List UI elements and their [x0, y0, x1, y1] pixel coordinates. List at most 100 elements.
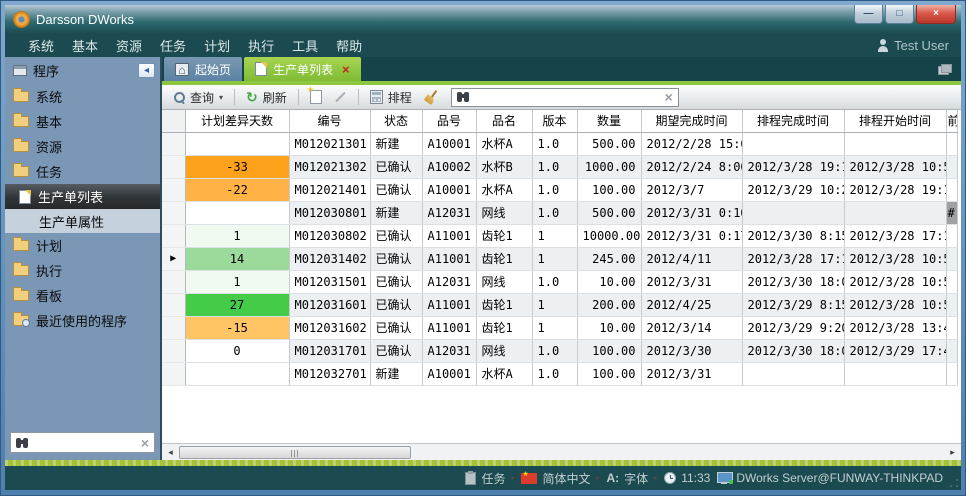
cell-sched_finish[interactable]: 2012/3/29 10:20 [742, 178, 844, 201]
cell-sched_start[interactable]: 2012/3/28 19:10 [844, 178, 946, 201]
cell-qty[interactable]: 245.00 [577, 247, 641, 270]
sidebar-item-8[interactable]: 看板 [5, 283, 160, 308]
cell-status[interactable]: 新建 [370, 201, 422, 224]
cell-order_no[interactable]: M012021302 [289, 155, 370, 178]
sidebar-collapse-button[interactable]: ◂ [138, 63, 155, 78]
cell-diff[interactable]: 1 [185, 224, 289, 247]
cell-diff[interactable]: 14 [185, 247, 289, 270]
row-selector[interactable] [162, 132, 185, 155]
status-language-menu[interactable]: 简体中文 ▾ [521, 470, 599, 487]
sidebar-item-4[interactable]: 生产单列表 [5, 184, 160, 209]
edit-button[interactable] [330, 94, 351, 100]
cell-item_no[interactable]: A10001 [422, 132, 476, 155]
cell-status[interactable]: 已确认 [370, 293, 422, 316]
row-selector[interactable] [162, 270, 185, 293]
cell-expected_finish[interactable]: 2012/3/30 [641, 339, 742, 362]
row-selector[interactable]: ▶ [162, 247, 185, 270]
cell-order_no[interactable]: M012021401 [289, 178, 370, 201]
row-selector[interactable] [162, 316, 185, 339]
cell-version[interactable]: 1.0 [532, 132, 577, 155]
cell-diff[interactable]: 27 [185, 293, 289, 316]
menu-item-2[interactable]: 资源 [107, 36, 151, 55]
row-selector[interactable] [162, 155, 185, 178]
new-record-button[interactable] [306, 88, 326, 106]
cell-item_no[interactable]: A12031 [422, 339, 476, 362]
cell-version[interactable]: 1.0 [532, 270, 577, 293]
cell-sched_start[interactable]: 2012/3/28 10:52 [844, 270, 946, 293]
sidebar-search-input[interactable] [33, 436, 136, 450]
cell-item_name[interactable]: 齿轮1 [476, 293, 532, 316]
cell-extra[interactable] [946, 270, 957, 293]
menu-item-0[interactable]: 系统 [19, 36, 63, 55]
sidebar-item-0[interactable]: 系统 [5, 84, 160, 109]
tab-close-icon[interactable]: × [342, 63, 350, 76]
cell-sched_finish[interactable]: 2012/3/30 8:15 [742, 224, 844, 247]
cell-expected_finish[interactable]: 2012/2/24 8:00 [641, 155, 742, 178]
cell-item_no[interactable]: A11001 [422, 316, 476, 339]
row-selector[interactable] [162, 224, 185, 247]
cell-order_no[interactable]: M012021301 [289, 132, 370, 155]
table-row[interactable]: M012030801新建A12031网线1.0500.002012/3/31 0… [162, 201, 957, 224]
scrollbar-thumb[interactable] [179, 446, 411, 459]
table-row[interactable]: 27M012031601已确认A11001齿轮11200.002012/4/25… [162, 293, 957, 316]
cell-order_no[interactable]: M012030801 [289, 201, 370, 224]
cell-order_no[interactable]: M012031501 [289, 270, 370, 293]
menu-item-4[interactable]: 计划 [195, 36, 239, 55]
horizontal-scrollbar[interactable]: ◂ ▸ [162, 443, 961, 460]
column-header-sched_start[interactable]: 排程开始时间 [844, 110, 946, 132]
status-font-menu[interactable]: A: 字体 ▾ [607, 470, 658, 487]
table-row[interactable]: 0M012031701已确认A12031网线1.0100.002012/3/30… [162, 339, 957, 362]
table-row[interactable]: 1M012031501已确认A12031网线1.010.002012/3/312… [162, 270, 957, 293]
cell-version[interactable]: 1 [532, 224, 577, 247]
cell-diff[interactable]: -22 [185, 178, 289, 201]
cell-status[interactable]: 已确认 [370, 178, 422, 201]
cell-qty[interactable]: 1000.00 [577, 155, 641, 178]
cell-expected_finish[interactable]: 2012/2/28 15:00 [641, 132, 742, 155]
cell-expected_finish[interactable]: 2012/3/7 [641, 178, 742, 201]
cell-qty[interactable]: 100.00 [577, 339, 641, 362]
scroll-right-icon[interactable]: ▸ [944, 447, 961, 458]
cell-extra[interactable] [946, 316, 957, 339]
cell-sched_finish[interactable] [742, 132, 844, 155]
cell-version[interactable]: 1 [532, 293, 577, 316]
cell-sched_finish[interactable]: 2012/3/28 19:10 [742, 155, 844, 178]
cell-order_no[interactable]: M012031601 [289, 293, 370, 316]
cell-expected_finish[interactable]: 2012/4/11 [641, 247, 742, 270]
menu-item-5[interactable]: 执行 [239, 36, 283, 55]
user-area[interactable]: Test User [877, 38, 949, 53]
table-row[interactable]: -15M012031602已确认A11001齿轮1110.002012/3/14… [162, 316, 957, 339]
menu-item-7[interactable]: 帮助 [327, 36, 371, 55]
cell-extra[interactable]: # [946, 201, 957, 224]
table-row[interactable]: 1M012030802已确认A11001齿轮1110000.002012/3/3… [162, 224, 957, 247]
cell-sched_finish[interactable]: 2012/3/30 18:00 [742, 339, 844, 362]
cell-extra[interactable] [946, 155, 957, 178]
sidebar-search-clear-icon[interactable]: × [141, 436, 149, 450]
sidebar-item-2[interactable]: 资源 [5, 134, 160, 159]
column-header-qty[interactable]: 数量 [577, 110, 641, 132]
cell-version[interactable]: 1.0 [532, 201, 577, 224]
table-row[interactable]: -22M012021401已确认A10001水杯A1.0100.002012/3… [162, 178, 957, 201]
cell-item_name[interactable]: 齿轮1 [476, 316, 532, 339]
tab-list-icon[interactable] [938, 64, 951, 74]
close-button[interactable]: × [916, 5, 956, 24]
cell-item_name[interactable]: 水杯A [476, 132, 532, 155]
cell-item_name[interactable]: 网线 [476, 201, 532, 224]
cell-diff[interactable] [185, 362, 289, 385]
column-header-extra[interactable]: 前 [946, 110, 957, 132]
cell-extra[interactable] [946, 339, 957, 362]
resize-grip[interactable] [950, 479, 958, 487]
cell-expected_finish[interactable]: 2012/3/31 0:10 [641, 201, 742, 224]
cell-extra[interactable] [946, 362, 957, 385]
column-header-version[interactable]: 版本 [532, 110, 577, 132]
cell-item_name[interactable]: 网线 [476, 339, 532, 362]
cell-order_no[interactable]: M012031402 [289, 247, 370, 270]
cell-sched_start[interactable]: 2012/3/28 13:40 [844, 316, 946, 339]
cell-diff[interactable] [185, 201, 289, 224]
table-row[interactable]: M012032701新建A10001水杯A1.0100.002012/3/31 [162, 362, 957, 385]
table-row[interactable]: -33M012021302已确认A10002水杯B1.01000.002012/… [162, 155, 957, 178]
cell-order_no[interactable]: M012032701 [289, 362, 370, 385]
cell-qty[interactable]: 500.00 [577, 132, 641, 155]
cell-sched_start[interactable] [844, 362, 946, 385]
tab-0[interactable]: ⌂起始页 [164, 57, 242, 81]
cell-sched_start[interactable] [844, 132, 946, 155]
